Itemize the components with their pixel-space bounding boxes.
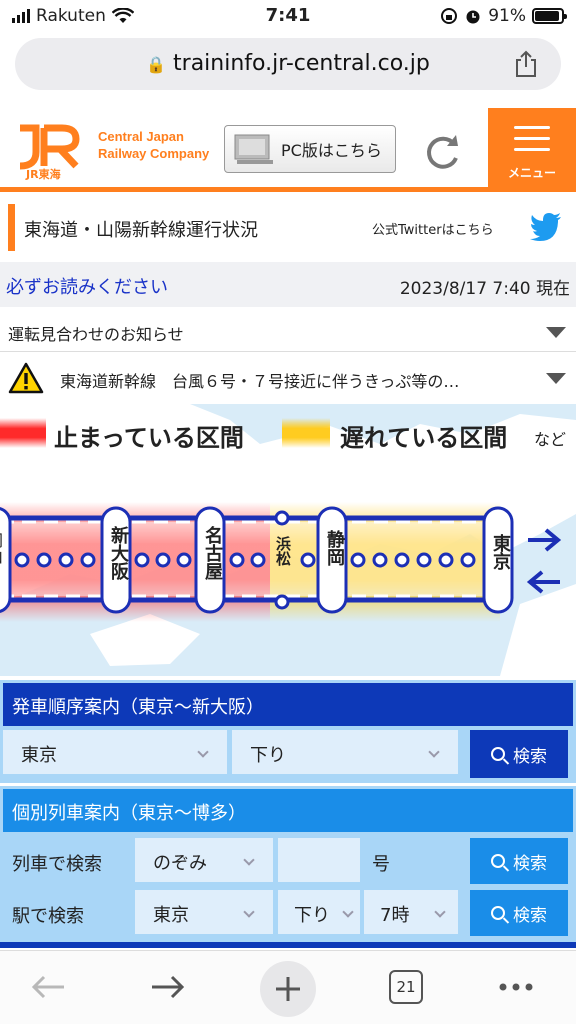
notice-header[interactable]: 運転見合わせのお知らせ: [0, 310, 576, 352]
station-okayama[interactable]: 岡山: [0, 532, 4, 592]
train-search-button[interactable]: 検索: [470, 838, 568, 884]
browser-toolbar: 21: [0, 950, 576, 1024]
search-icon: [491, 906, 505, 920]
notice-item[interactable]: 東海道新幹線 台風６号・７号接近に伴うきっぷ等の…: [0, 354, 576, 402]
train-info-heading: 個別列車案内（東京〜博多）: [3, 789, 573, 832]
back-button[interactable]: [26, 965, 70, 1009]
search-icon: [491, 854, 505, 868]
departure-order-heading: 発車順序案内（東京〜新大阪）: [3, 683, 573, 726]
page-title-bar: 東海道・山陽新幹線運行状況 公式Twitterはこちら: [0, 200, 576, 256]
chevron-down-icon[interactable]: [546, 327, 566, 338]
plus-icon: [276, 977, 300, 1001]
arrow-left-icon: [526, 570, 560, 594]
lock-icon: 🔒: [146, 55, 167, 74]
pc-monitor-icon: [234, 134, 273, 164]
panel-bottom-border: [0, 942, 576, 948]
station-hamamatsu[interactable]: 浜松: [274, 536, 292, 566]
train-direction-select[interactable]: 下り: [278, 890, 360, 934]
jr-central-logo[interactable]: JR東海: [14, 122, 84, 180]
forward-button[interactable]: [146, 965, 190, 1009]
menu-button[interactable]: メニュー: [488, 108, 576, 188]
url-text: traininfo.jr-central.co.jp: [173, 51, 430, 76]
status-bar: Rakuten 7:41 91%: [0, 0, 576, 34]
train-info-panel: 個別列車案内（東京〜博多） 列車で検索 のぞみ 号 検索 駅で検索 東京 下り …: [0, 786, 576, 946]
twitter-link[interactable]: 公式Twitterはこちら: [372, 219, 494, 238]
twitter-bird-icon[interactable]: [530, 213, 562, 241]
new-tab-button[interactable]: [260, 961, 316, 1017]
search-by-train-label: 列車で検索: [12, 854, 102, 875]
station-tokyo[interactable]: 東京: [489, 534, 511, 570]
legend-delayed-label: 遅れている区間: [340, 424, 508, 452]
train-hour-select[interactable]: 7時: [364, 890, 458, 934]
title-accent: [8, 204, 15, 251]
search-by-station-label: 駅で検索: [12, 906, 84, 927]
station-search-button[interactable]: 検索: [470, 890, 568, 936]
station-shin-osaka[interactable]: 新大阪: [107, 526, 129, 580]
train-number-input[interactable]: [278, 838, 360, 882]
legend-etc-label: など: [534, 430, 567, 449]
more-options-button[interactable]: [494, 965, 538, 1009]
train-station-select[interactable]: 東京: [135, 890, 273, 934]
battery-icon: [532, 8, 567, 24]
tab-switcher-button[interactable]: 21: [384, 965, 428, 1009]
battery-percent: 91%: [488, 6, 526, 26]
chevron-down-icon: [243, 854, 255, 866]
departure-order-panel: 発車順序案内（東京〜新大阪） 東京 下り 検索: [0, 680, 576, 783]
svg-text:JR東海: JR東海: [25, 167, 61, 180]
chevron-down-icon: [434, 906, 446, 918]
alarm-icon: [466, 10, 480, 24]
chevron-down-icon: [243, 906, 255, 918]
warning-icon: [8, 362, 44, 394]
must-read-row: 必ずお読みください 2023/8/17 7:40 現在: [0, 262, 576, 307]
orientation-lock-icon: [441, 8, 458, 24]
must-read-link[interactable]: 必ずお読みください: [6, 273, 168, 299]
chevron-down-icon: [197, 746, 209, 758]
site-header: JR東海 Central Japan Railway Company PC版はこ…: [0, 108, 576, 192]
departure-station-select[interactable]: 東京: [3, 730, 227, 774]
tabs-icon: 21: [389, 970, 423, 1004]
address-bar[interactable]: 🔒 traininfo.jr-central.co.jp: [15, 38, 561, 90]
departure-direction-select[interactable]: 下り: [232, 730, 458, 774]
route-status-map: 止まっている区間 遅れている区間 など 岡山 新大阪 名古屋 浜松 静岡 東京: [0, 404, 576, 676]
departure-search-button[interactable]: 検索: [470, 730, 568, 778]
hamburger-icon: [514, 126, 550, 159]
page-title: 東海道・山陽新幹線運行状況: [24, 220, 258, 241]
company-name: Central Japan Railway Company: [98, 129, 210, 161]
forward-arrow-icon: [152, 975, 185, 999]
train-number-suffix: 号: [372, 854, 390, 875]
pc-version-button[interactable]: PC版はこちら: [224, 125, 396, 173]
share-icon[interactable]: [513, 50, 539, 78]
chevron-down-icon[interactable]: [546, 373, 566, 384]
reload-icon[interactable]: [420, 130, 464, 174]
more-dots-icon: [499, 983, 533, 991]
train-name-select[interactable]: のぞみ: [135, 838, 273, 882]
legend-stopped-label: 止まっている区間: [54, 424, 244, 452]
chevron-down-icon: [428, 746, 440, 758]
station-shizuoka[interactable]: 静岡: [323, 530, 345, 566]
legend-delayed-swatch: [282, 418, 330, 448]
updated-timestamp: 2023/8/17 7:40 現在: [399, 279, 570, 299]
search-icon: [491, 747, 505, 761]
chevron-down-icon: [342, 906, 354, 918]
station-nagoya[interactable]: 名古屋: [201, 526, 223, 580]
legend-stopped-swatch: [0, 418, 46, 448]
back-arrow-icon: [31, 975, 64, 999]
